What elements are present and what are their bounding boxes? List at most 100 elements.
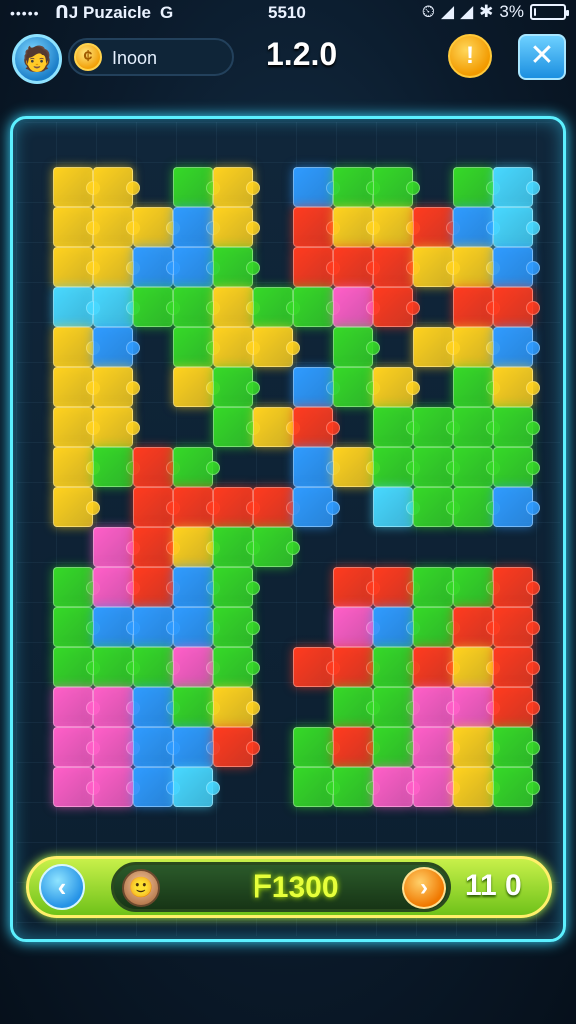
green-piece[interactable] <box>213 247 260 287</box>
green-piece[interactable] <box>493 407 540 447</box>
blue-piece[interactable] <box>173 247 220 287</box>
green-piece[interactable] <box>333 167 380 207</box>
green-piece[interactable] <box>213 647 260 687</box>
blue-piece[interactable] <box>293 447 340 487</box>
green-piece[interactable] <box>173 447 220 487</box>
red-piece[interactable] <box>173 487 220 527</box>
red-piece[interactable] <box>333 247 380 287</box>
yellow-piece[interactable] <box>253 407 300 447</box>
red-piece[interactable] <box>493 687 540 727</box>
pink-piece[interactable] <box>53 727 100 767</box>
green-piece[interactable] <box>493 447 540 487</box>
red-piece[interactable] <box>453 607 500 647</box>
close-button[interactable]: ✕ <box>518 34 566 80</box>
green-piece[interactable] <box>413 407 460 447</box>
yellow-piece[interactable] <box>53 167 100 207</box>
yellow-piece[interactable] <box>93 367 140 407</box>
yellow-piece[interactable] <box>213 207 260 247</box>
green-piece[interactable] <box>413 487 460 527</box>
coin-counter[interactable]: ¢ Inoon <box>68 38 234 76</box>
pink-piece[interactable] <box>333 287 380 327</box>
pink-piece[interactable] <box>93 767 140 807</box>
green-piece[interactable] <box>213 607 260 647</box>
cyan-piece[interactable] <box>53 287 100 327</box>
green-piece[interactable] <box>373 167 420 207</box>
green-piece[interactable] <box>333 367 380 407</box>
profile-avatar[interactable]: 🧑 <box>12 34 62 84</box>
yellow-piece[interactable] <box>133 207 180 247</box>
yellow-piece[interactable] <box>453 647 500 687</box>
green-piece[interactable] <box>493 767 540 807</box>
green-piece[interactable] <box>453 167 500 207</box>
red-piece[interactable] <box>413 647 460 687</box>
green-piece[interactable] <box>413 447 460 487</box>
red-piece[interactable] <box>293 247 340 287</box>
yellow-piece[interactable] <box>53 327 100 367</box>
green-piece[interactable] <box>333 687 380 727</box>
cyan-piece[interactable] <box>373 487 420 527</box>
red-piece[interactable] <box>133 487 180 527</box>
pink-piece[interactable] <box>413 767 460 807</box>
yellow-piece[interactable] <box>53 367 100 407</box>
green-piece[interactable] <box>333 327 380 367</box>
blue-piece[interactable] <box>93 327 140 367</box>
green-piece[interactable] <box>253 527 300 567</box>
yellow-piece[interactable] <box>173 367 220 407</box>
red-piece[interactable] <box>293 207 340 247</box>
pink-piece[interactable] <box>413 727 460 767</box>
yellow-piece[interactable] <box>53 447 100 487</box>
green-piece[interactable] <box>373 727 420 767</box>
green-piece[interactable] <box>53 647 100 687</box>
red-piece[interactable] <box>333 727 380 767</box>
cyan-piece[interactable] <box>493 207 540 247</box>
green-piece[interactable] <box>453 407 500 447</box>
pink-piece[interactable] <box>453 687 500 727</box>
yellow-piece[interactable] <box>93 167 140 207</box>
red-piece[interactable] <box>373 247 420 287</box>
blue-piece[interactable] <box>293 487 340 527</box>
yellow-piece[interactable] <box>53 487 100 527</box>
green-piece[interactable] <box>173 327 220 367</box>
yellow-piece[interactable] <box>213 327 260 367</box>
green-piece[interactable] <box>93 447 140 487</box>
pink-piece[interactable] <box>373 767 420 807</box>
red-piece[interactable] <box>213 727 260 767</box>
green-piece[interactable] <box>173 687 220 727</box>
red-piece[interactable] <box>333 567 380 607</box>
pink-piece[interactable] <box>93 687 140 727</box>
blue-piece[interactable] <box>173 207 220 247</box>
yellow-piece[interactable] <box>93 207 140 247</box>
yellow-piece[interactable] <box>373 207 420 247</box>
back-button[interactable]: ‹ <box>39 864 85 910</box>
green-piece[interactable] <box>453 447 500 487</box>
pink-piece[interactable] <box>413 687 460 727</box>
green-piece[interactable] <box>453 367 500 407</box>
yellow-piece[interactable] <box>53 407 100 447</box>
blue-piece[interactable] <box>173 607 220 647</box>
yellow-piece[interactable] <box>53 207 100 247</box>
green-piece[interactable] <box>253 287 300 327</box>
yellow-piece[interactable] <box>173 527 220 567</box>
blue-piece[interactable] <box>133 687 180 727</box>
blue-piece[interactable] <box>293 167 340 207</box>
red-piece[interactable] <box>493 647 540 687</box>
green-piece[interactable] <box>373 407 420 447</box>
red-piece[interactable] <box>453 287 500 327</box>
red-piece[interactable] <box>413 207 460 247</box>
blue-piece[interactable] <box>133 727 180 767</box>
green-piece[interactable] <box>453 487 500 527</box>
blue-piece[interactable] <box>373 607 420 647</box>
yellow-piece[interactable] <box>333 207 380 247</box>
green-piece[interactable] <box>373 687 420 727</box>
cyan-piece[interactable] <box>493 167 540 207</box>
green-piece[interactable] <box>213 367 260 407</box>
green-piece[interactable] <box>173 167 220 207</box>
red-piece[interactable] <box>373 567 420 607</box>
yellow-piece[interactable] <box>213 687 260 727</box>
green-piece[interactable] <box>213 407 260 447</box>
blue-piece[interactable] <box>493 487 540 527</box>
pink-piece[interactable] <box>53 687 100 727</box>
cyan-piece[interactable] <box>173 767 220 807</box>
yellow-piece[interactable] <box>453 767 500 807</box>
green-piece[interactable] <box>173 287 220 327</box>
